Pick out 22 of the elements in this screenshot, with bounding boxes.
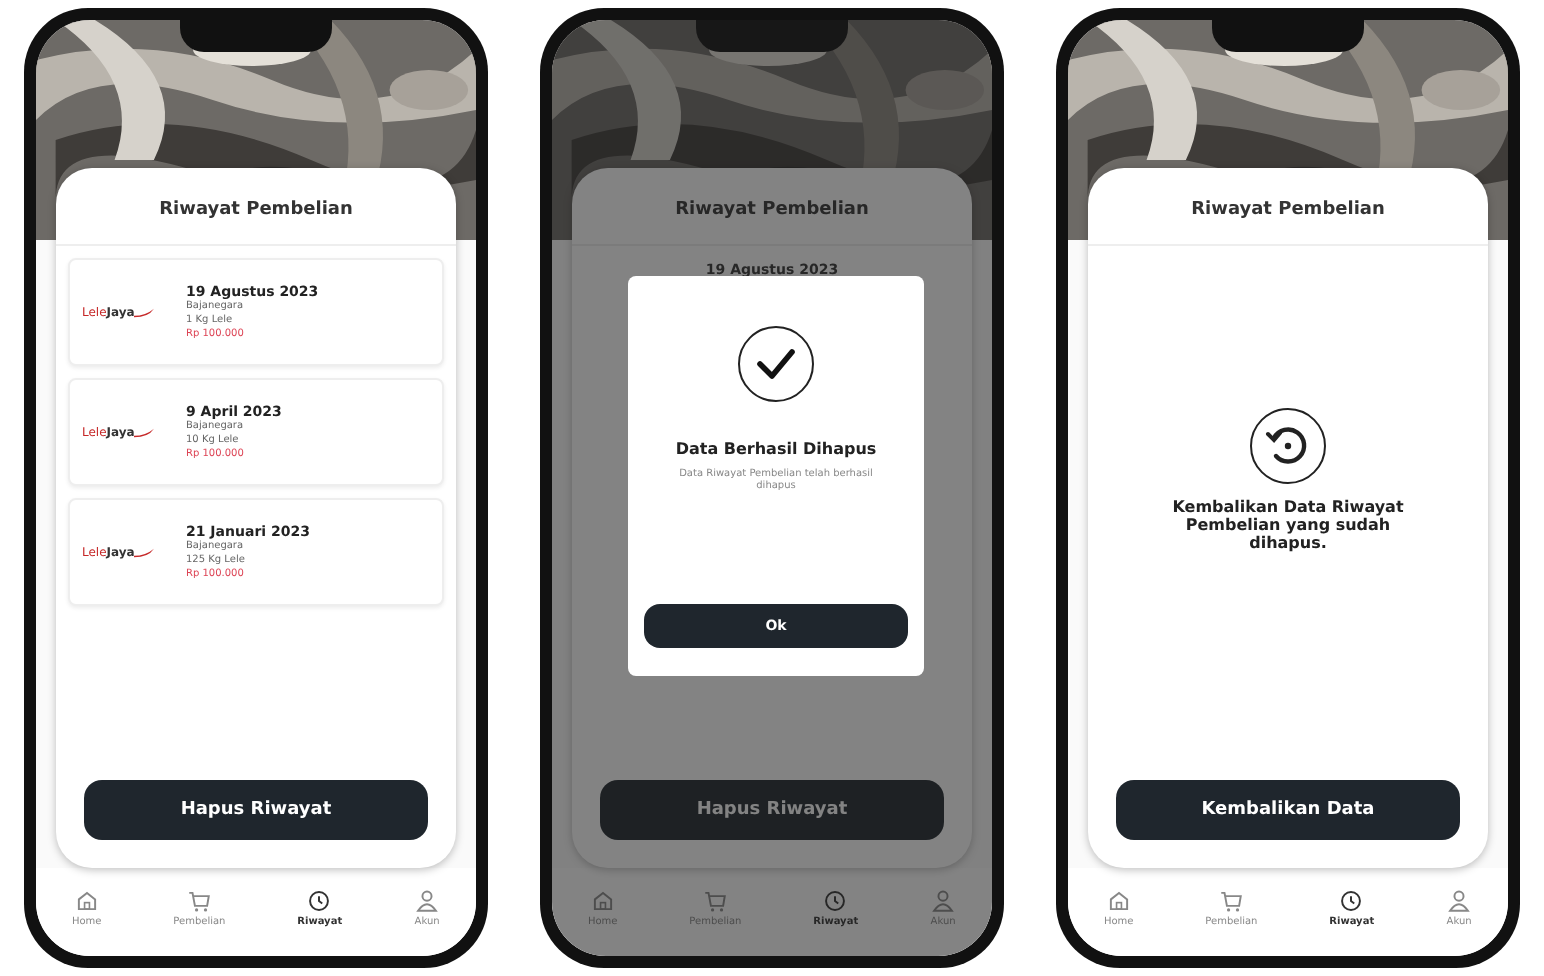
- action-button[interactable]: Hapus Riwayat: [84, 780, 428, 841]
- cart-icon: [186, 888, 213, 915]
- restore-icon: [1248, 406, 1328, 487]
- action-button[interactable]: Hapus Riwayat: [600, 780, 944, 841]
- restore-message: Kembalikan Data Riwayat Pembelian yang sudah dihapus.: [1170, 498, 1406, 553]
- cart-icon: [702, 888, 729, 915]
- card-title: Riwayat Pembelian: [1088, 168, 1488, 246]
- history-icon: [822, 888, 849, 915]
- card-title: Riwayat Pembelian: [572, 168, 972, 246]
- dialog-title: Data Berhasil Dihapus: [675, 440, 877, 458]
- home-icon: [1105, 888, 1132, 915]
- card-title: Riwayat Pembelian: [56, 168, 456, 246]
- history-icon: [1338, 888, 1365, 915]
- action-button[interactable]: Kembalikan Data: [1116, 780, 1460, 841]
- home-icon: [73, 888, 100, 915]
- user-icon: [1446, 888, 1473, 915]
- history-icon: [306, 888, 333, 915]
- home-icon: [589, 888, 616, 915]
- cart-icon: [1218, 888, 1245, 915]
- user-icon: [930, 888, 957, 915]
- check-icon: [736, 324, 816, 404]
- user-icon: [414, 888, 441, 915]
